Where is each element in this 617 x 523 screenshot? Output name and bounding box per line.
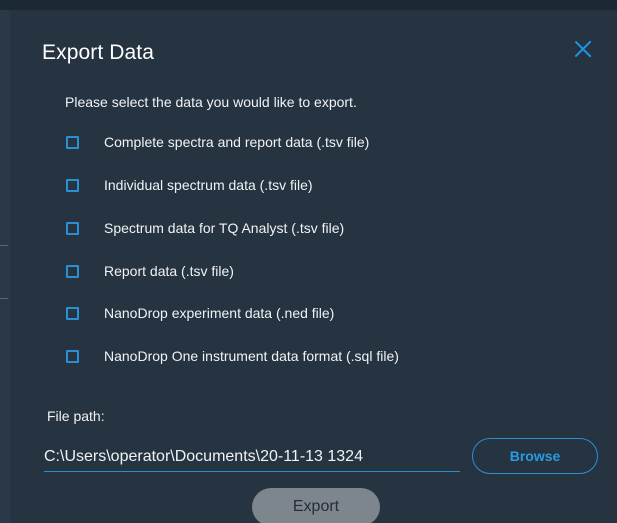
browse-button[interactable]: Browse (472, 438, 598, 474)
checkbox-tq-analyst[interactable] (66, 221, 79, 235)
option-complete-spectra[interactable]: Complete spectra and report data (.tsv f… (66, 130, 369, 154)
checkbox-instrument-data[interactable] (66, 349, 79, 363)
export-data-dialog: Export Data Please select the data you w… (10, 10, 617, 523)
option-label: Complete spectra and report data (.tsv f… (104, 134, 370, 150)
checkbox-individual-spectrum[interactable] (66, 178, 79, 192)
option-individual-spectrum[interactable]: Individual spectrum data (.tsv file) (66, 173, 313, 197)
file-path-input[interactable] (44, 443, 460, 472)
file-path-label: File path: (47, 408, 105, 424)
background-panel-edge (0, 10, 10, 523)
option-experiment-data[interactable]: NanoDrop experiment data (.ned file) (66, 301, 334, 325)
option-tq-analyst[interactable]: Spectrum data for TQ Analyst (.tsv file) (66, 216, 344, 240)
option-label: Spectrum data for TQ Analyst (.tsv file) (104, 220, 345, 236)
option-label: Report data (.tsv file) (104, 263, 234, 279)
option-label: NanoDrop One instrument data format (.sq… (104, 348, 399, 364)
dialog-prompt: Please select the data you would like to… (65, 94, 357, 110)
option-label: Individual spectrum data (.tsv file) (104, 177, 313, 193)
option-label: NanoDrop experiment data (.ned file) (104, 305, 335, 321)
edge-tick (0, 245, 8, 246)
close-icon[interactable] (570, 36, 596, 62)
option-report-data[interactable]: Report data (.tsv file) (66, 259, 234, 283)
checkbox-report-data[interactable] (66, 264, 79, 278)
checkbox-experiment-data[interactable] (66, 306, 79, 320)
window-top-edge (0, 0, 617, 10)
dialog-title: Export Data (42, 41, 154, 64)
option-instrument-data[interactable]: NanoDrop One instrument data format (.sq… (66, 344, 399, 368)
checkbox-complete-spectra[interactable] (66, 135, 79, 149)
edge-tick (0, 298, 8, 299)
export-button[interactable]: Export (252, 488, 380, 523)
